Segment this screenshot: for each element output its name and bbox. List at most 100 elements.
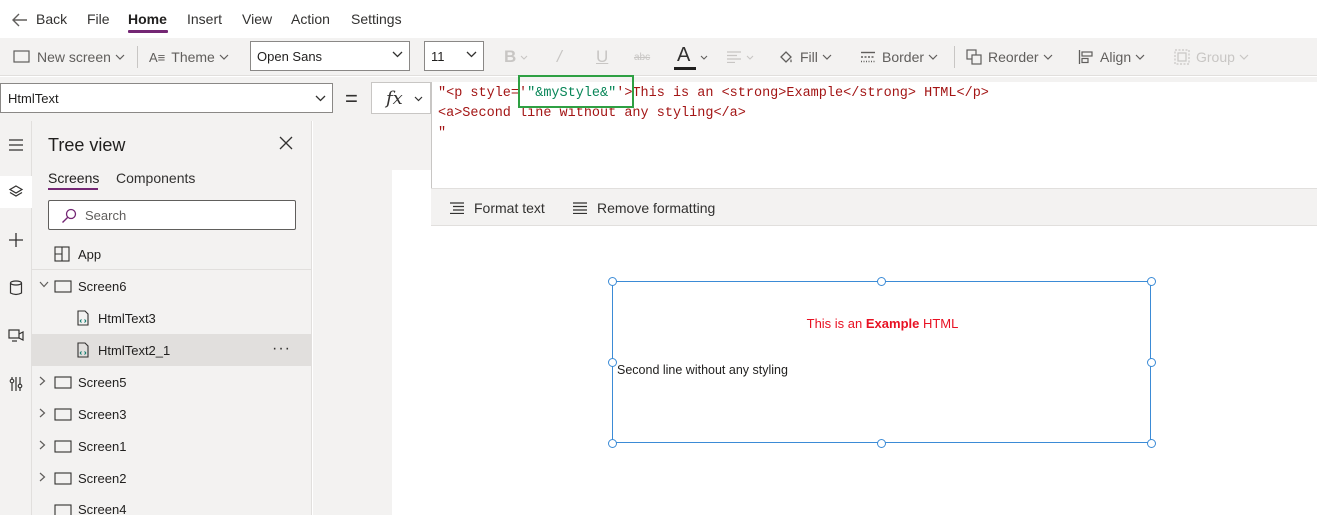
font-size-select[interactable]: 11	[424, 41, 484, 71]
html-unstyled-line: Second line without any styling	[617, 363, 788, 377]
fill-button[interactable]: Fill	[778, 38, 832, 76]
italic-label: /	[557, 47, 562, 66]
fill-label: Fill	[800, 49, 818, 65]
media-icon[interactable]	[0, 320, 32, 352]
tree-item-screen3[interactable]: Screen3	[32, 398, 312, 430]
fill-icon	[778, 49, 794, 65]
property-select[interactable]: HtmlText	[0, 83, 333, 113]
align-icon	[1078, 49, 1094, 65]
tree-item-app[interactable]: App	[32, 238, 312, 270]
tab-components[interactable]: Components	[116, 170, 195, 186]
tree-item-label: Screen6	[78, 278, 127, 294]
italic-button[interactable]: /	[557, 38, 562, 76]
chevron-right-icon	[39, 376, 46, 386]
tree-item-screen2[interactable]: Screen2	[32, 462, 312, 494]
chevron-down-icon	[1239, 54, 1249, 60]
tree-item-label: Screen5	[78, 374, 127, 390]
menu-bar: Back File Home Insert View Action Settin…	[0, 0, 1317, 38]
resize-handle-bottom-right[interactable]	[1147, 439, 1156, 448]
tree-item-htmltext2-1[interactable]: HtmlText2_1 ···	[32, 334, 312, 366]
menu-home[interactable]: Home	[128, 11, 167, 27]
chevron-down-icon	[392, 51, 403, 58]
search-placeholder: Search	[85, 207, 127, 223]
html-strong-text: Example	[865, 316, 920, 331]
tree-item-screen5[interactable]: Screen5	[32, 366, 312, 398]
reorder-button[interactable]: Reorder	[966, 38, 1053, 76]
align-button[interactable]: Align	[1078, 38, 1145, 76]
tools-icon[interactable]	[0, 368, 32, 400]
theme-label: Theme	[171, 49, 215, 65]
resize-handle-right[interactable]	[1147, 358, 1156, 367]
format-text-button[interactable]: Format text	[449, 189, 545, 227]
border-label: Border	[882, 49, 925, 65]
fx-button[interactable]: fx	[371, 82, 431, 114]
text-align-button[interactable]	[726, 38, 754, 76]
chevron-right-icon	[39, 408, 46, 418]
resize-handle-top-right[interactable]	[1147, 277, 1156, 286]
database-icon[interactable]	[0, 272, 32, 304]
layers-icon[interactable]	[0, 176, 32, 208]
menu-view[interactable]: View	[242, 11, 272, 27]
tree-view-panel: Tree view Screens Components Search App …	[32, 121, 312, 515]
code-segment: "<p style='	[438, 86, 528, 101]
font-family-value: Open Sans	[257, 48, 323, 64]
font-color-button[interactable]: A	[674, 38, 708, 76]
resize-handle-top[interactable]	[877, 277, 886, 286]
html-text-control[interactable]: This is an Example HTML Second line with…	[612, 281, 1151, 443]
html-text-icon	[76, 342, 90, 358]
ribbon-toolbar: New screen A≡ Theme Open Sans 11 B / U a…	[0, 38, 1317, 76]
reorder-label: Reorder	[988, 49, 1039, 65]
tree-item-screen1[interactable]: Screen1	[32, 430, 312, 462]
remove-formatting-button[interactable]: Remove formatting	[572, 189, 715, 227]
html-styled-paragraph: This is an Example HTML	[613, 316, 1152, 331]
new-screen-icon	[13, 50, 31, 64]
remove-formatting-label: Remove formatting	[597, 200, 716, 216]
align-text-icon	[726, 51, 742, 63]
theme-button[interactable]: A≡ Theme	[149, 38, 229, 76]
tree-item-label: Screen2	[78, 470, 127, 486]
chevron-down-icon	[822, 54, 832, 60]
menu-action[interactable]: Action	[291, 11, 330, 27]
search-icon	[61, 208, 77, 224]
resize-handle-bottom-left[interactable]	[608, 439, 617, 448]
underline-button[interactable]: U	[596, 38, 608, 76]
resize-handle-bottom[interactable]	[877, 439, 886, 448]
fx-icon: fx	[386, 87, 403, 109]
highlight-box	[518, 75, 634, 108]
format-text-label: Format text	[474, 200, 545, 216]
hamburger-icon[interactable]	[0, 129, 32, 161]
tree-item-screen4[interactable]: Screen4	[32, 494, 312, 515]
search-input[interactable]: Search	[48, 200, 296, 230]
menu-insert[interactable]: Insert	[187, 11, 222, 27]
chevron-down-icon	[115, 54, 125, 60]
group-button[interactable]: Group	[1174, 38, 1249, 76]
html-text-icon	[76, 310, 90, 326]
more-options-icon[interactable]: ···	[272, 340, 291, 358]
code-segment: '>This is an <strong>Example</strong> HT…	[616, 86, 989, 101]
border-button[interactable]: Border	[860, 38, 938, 76]
chevron-down-icon	[466, 51, 477, 58]
screen-icon	[54, 280, 72, 293]
menu-home-underline	[128, 30, 168, 33]
chevron-down-icon	[928, 54, 938, 60]
chevron-down-icon	[39, 281, 49, 288]
theme-icon: A≡	[149, 49, 166, 65]
tab-screens[interactable]: Screens	[48, 170, 99, 186]
strikethrough-button[interactable]: abc	[634, 38, 650, 76]
menu-settings[interactable]: Settings	[351, 11, 402, 27]
tree-item-screen6[interactable]: Screen6	[32, 270, 312, 302]
screen-icon	[54, 440, 72, 453]
tree-view-title: Tree view	[48, 135, 126, 155]
resize-handle-top-left[interactable]	[608, 277, 617, 286]
tree-item-htmltext3[interactable]: HtmlText3	[32, 302, 312, 334]
plus-icon[interactable]	[0, 224, 32, 256]
menu-file[interactable]: File	[87, 11, 110, 27]
font-family-select[interactable]: Open Sans	[250, 41, 410, 71]
chevron-down-icon	[414, 96, 423, 102]
resize-handle-left[interactable]	[608, 358, 617, 367]
new-screen-button[interactable]: New screen	[13, 38, 125, 76]
close-icon[interactable]	[279, 136, 293, 150]
remove-formatting-icon	[572, 202, 588, 214]
bold-button[interactable]: B	[504, 38, 528, 76]
group-label: Group	[1196, 49, 1235, 65]
